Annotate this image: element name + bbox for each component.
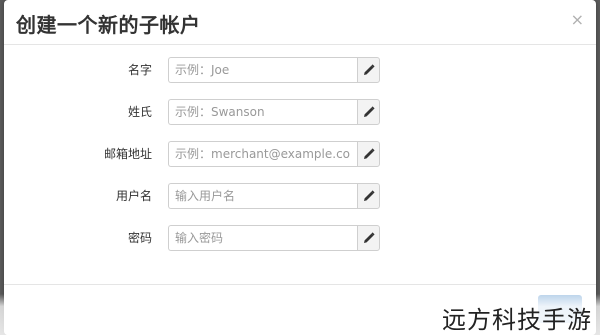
pencil-icon[interactable] [357,183,380,209]
pencil-icon[interactable] [357,141,380,167]
last-name-input-group [168,99,380,125]
username-input-group [168,183,380,209]
first-name-label: 名字 [127,63,152,77]
password-label: 密码 [127,231,152,245]
email-input-group [168,141,380,167]
first-name-input-group [168,57,380,83]
username-row: 用户名 [4,183,596,209]
last-name-label: 姓氏 [127,105,152,119]
password-row: 密码 [4,225,596,251]
watermark-text: 远方科技手游 [442,306,592,334]
dialog-header: 创建一个新的子帐户 × [4,0,596,45]
username-input[interactable] [168,183,357,209]
email-row: 邮箱地址 [4,141,596,167]
last-name-input[interactable] [168,99,357,125]
create-subaccount-dialog: 创建一个新的子帐户 × 名字 姓氏 邮箱地址 用户名 [4,0,596,335]
email-label: 邮箱地址 [103,147,152,161]
last-name-row: 姓氏 [4,99,596,125]
email-input[interactable] [168,141,357,167]
first-name-input[interactable] [168,57,357,83]
dialog-title: 创建一个新的子帐户 [16,13,201,37]
password-input-group [168,225,380,251]
username-label: 用户名 [115,189,152,203]
pencil-icon[interactable] [357,57,380,83]
pencil-icon[interactable] [357,225,380,251]
password-input[interactable] [168,225,357,251]
close-icon[interactable]: × [571,12,584,28]
pencil-icon[interactable] [357,99,380,125]
first-name-row: 名字 [4,57,596,83]
